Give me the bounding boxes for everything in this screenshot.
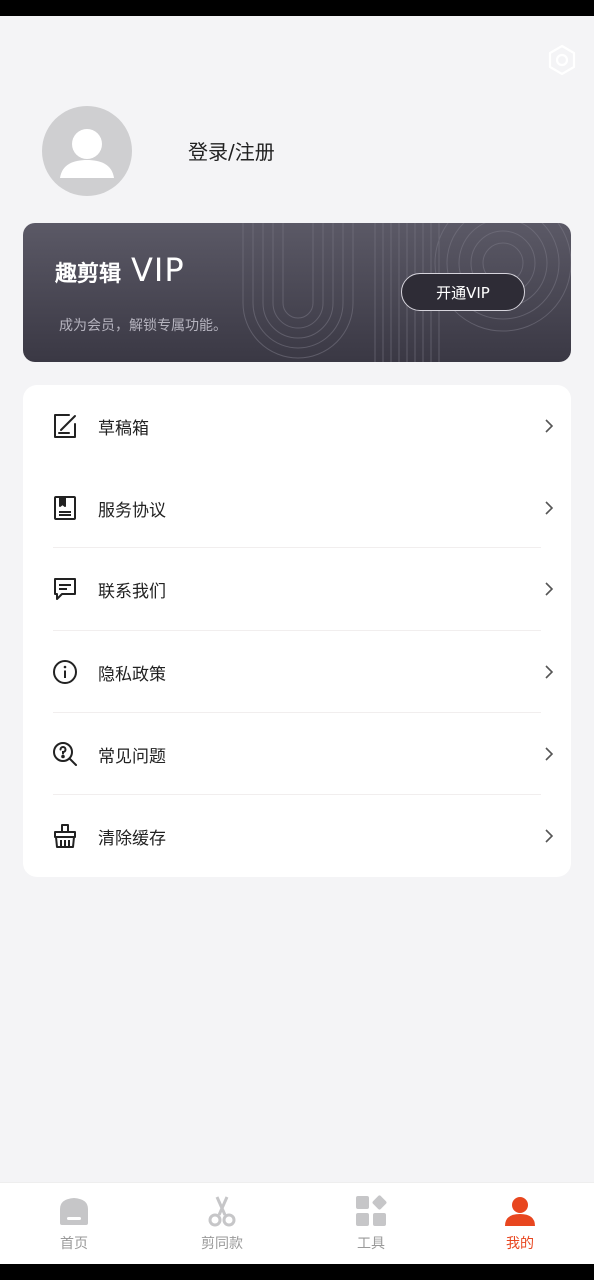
bottom-tab-bar: 首页 剪同款 工具 我的	[0, 1182, 594, 1264]
tab-label: 首页	[60, 1236, 88, 1252]
avatar[interactable]	[42, 106, 132, 196]
menu-item-label: 联系我们	[98, 581, 166, 602]
menu-item-label: 服务协议	[98, 500, 166, 521]
settings-button[interactable]	[546, 44, 578, 76]
menu-item-label: 草稿箱	[98, 418, 149, 439]
chevron-right-icon	[541, 500, 557, 516]
tab-label: 我的	[506, 1236, 534, 1252]
status-bar	[0, 0, 594, 16]
tab-tools[interactable]: 工具	[297, 1183, 445, 1265]
menu-item-service-agreement[interactable]: 服务协议	[23, 467, 571, 549]
chevron-right-icon	[541, 664, 557, 680]
menu-item-drafts[interactable]: 草稿箱	[23, 385, 571, 467]
menu-item-clear-cache[interactable]: 清除缓存	[23, 795, 571, 877]
vip-label: VIP	[131, 251, 185, 289]
tab-home[interactable]: 首页	[0, 1183, 148, 1265]
vip-banner[interactable]: 趣剪辑 VIP 成为会员，解锁专属功能。 开通VIP	[23, 223, 571, 362]
message-icon	[51, 575, 79, 603]
broom-basket-icon	[51, 822, 79, 850]
tab-template[interactable]: 剪同款	[148, 1183, 296, 1265]
chevron-right-icon	[541, 828, 557, 844]
menu-item-label: 隐私政策	[98, 664, 166, 685]
default-avatar-icon	[60, 129, 114, 178]
menu-item-privacy-policy[interactable]: 隐私政策	[23, 631, 571, 713]
vip-title: 趣剪辑 VIP	[55, 251, 185, 289]
home-icon	[58, 1195, 90, 1227]
open-vip-button[interactable]: 开通VIP	[401, 273, 525, 311]
scissors-icon	[206, 1195, 238, 1227]
chevron-right-icon	[541, 746, 557, 762]
info-icon	[51, 658, 79, 686]
chevron-right-icon	[541, 581, 557, 597]
menu-item-label: 常见问题	[98, 746, 166, 767]
system-nav-bar	[0, 1264, 594, 1280]
person-icon	[504, 1195, 536, 1227]
menu-item-label: 清除缓存	[98, 828, 166, 849]
tab-mine[interactable]: 我的	[446, 1183, 594, 1265]
menu-item-faq[interactable]: 常见问题	[23, 713, 571, 795]
login-register-link[interactable]: 登录/注册	[188, 138, 275, 166]
menu-item-contact-us[interactable]: 联系我们	[23, 548, 571, 630]
tools-grid-icon	[355, 1195, 387, 1227]
draft-edit-icon	[51, 412, 79, 440]
tab-label: 剪同款	[201, 1236, 243, 1252]
vip-brand: 趣剪辑	[55, 262, 122, 287]
vip-subtitle: 成为会员，解锁专属功能。	[59, 318, 227, 334]
settings-hex-icon	[548, 44, 576, 76]
menu-card: 草稿箱 服务协议 联系我们 隐私政策 常见问题 清除缓存	[23, 385, 571, 877]
question-search-icon	[51, 740, 79, 768]
agreement-book-icon	[51, 494, 79, 522]
chevron-right-icon	[541, 418, 557, 434]
tab-label: 工具	[357, 1236, 385, 1252]
